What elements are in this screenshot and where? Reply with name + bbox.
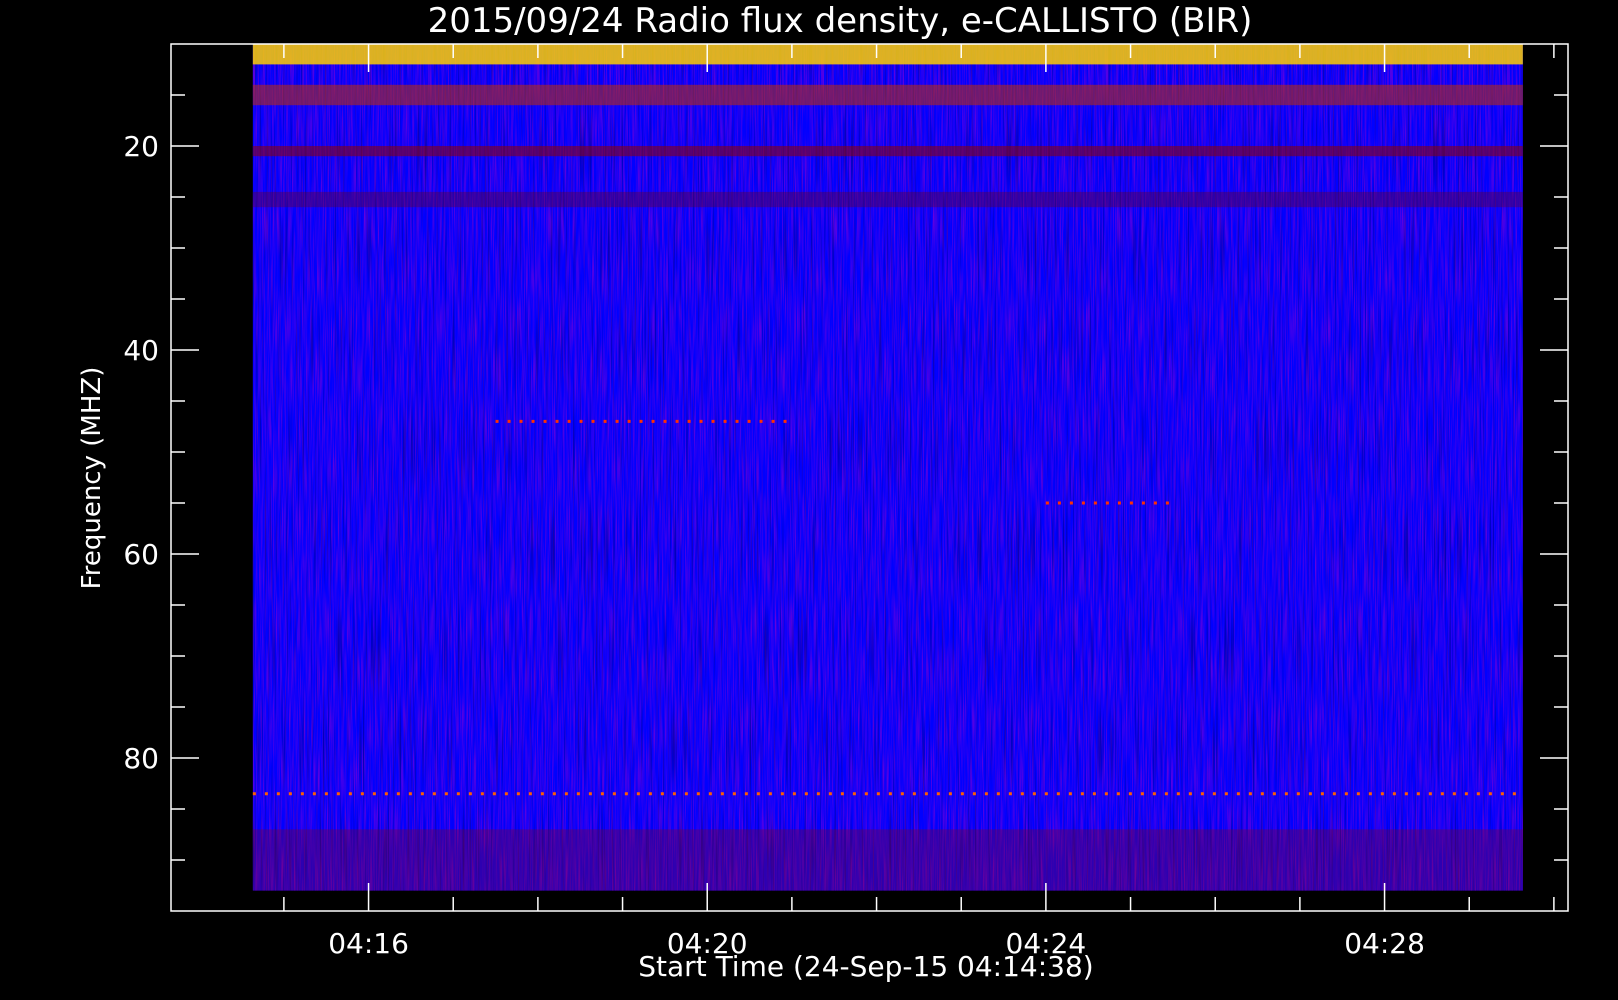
x-axis-label: Start Time (24-Sep-15 04:14:38) [638,950,1093,983]
spectrogram-chart: 2015/09/24 Radio flux density, e-CALLIST… [77,1,1569,983]
feature-band-1 [252,84,1523,106]
feature-band-0 [252,44,1523,65]
y-tick-label: 80 [123,742,159,775]
chart-title: 2015/09/24 Radio flux density, e-CALLIST… [428,1,1253,41]
feature-band-7 [252,829,1523,891]
x-tick-label: 04:16 [328,927,409,960]
heatmap-area [252,44,1523,891]
y-tick-label: 40 [123,334,159,367]
feature-band-2 [252,146,1523,157]
y-tick-label: 60 [123,538,159,571]
spectrogram-dark-streaks [252,44,1523,891]
feature-band-3 [252,191,1523,208]
x-tick-label: 04:28 [1344,927,1425,960]
y-tick-label: 20 [123,130,159,163]
y-axis-label: Frequency (MHZ) [77,367,107,590]
